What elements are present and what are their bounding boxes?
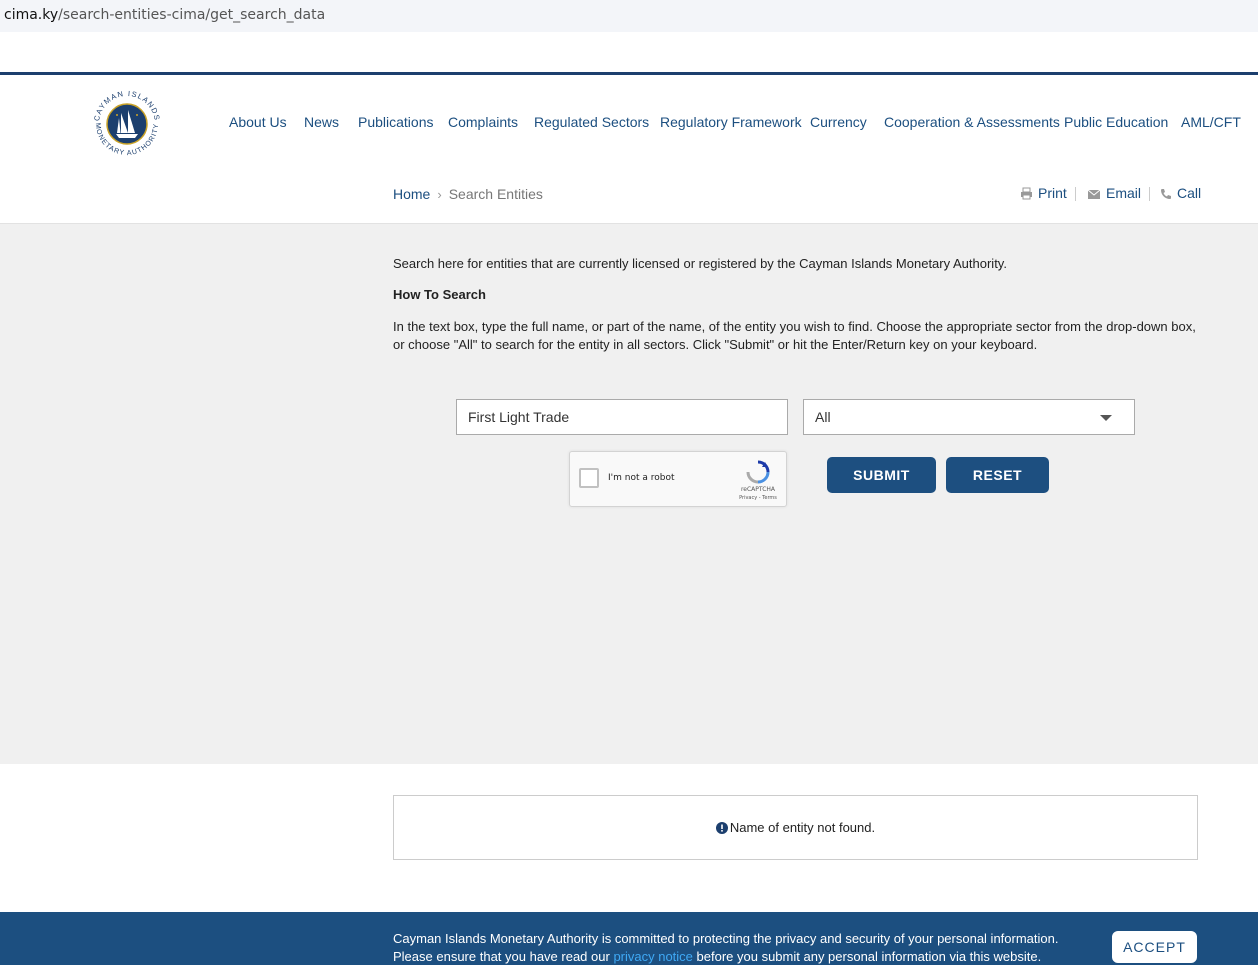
breadcrumb-current: Search Entities: [448, 186, 543, 202]
chevron-right-icon: ›: [437, 187, 442, 202]
nav-public-education[interactable]: Public Education: [1064, 114, 1168, 130]
intro-text: Search here for entities that are curren…: [393, 256, 1007, 271]
browser-address-bar[interactable]: cima.ky/search-entities-cima/get_search_…: [0, 0, 1258, 32]
not-found-text: Name of entity not found.: [729, 820, 876, 835]
nav-cooperation-assessments[interactable]: Cooperation & Assessments: [884, 114, 1060, 130]
nav-complaints[interactable]: Complaints: [448, 114, 518, 130]
info-icon: [715, 822, 728, 834]
nav-regulatory-framework[interactable]: Regulatory Framework: [660, 114, 802, 130]
call-label: Call: [1177, 185, 1202, 201]
sector-dropdown[interactable]: All: [803, 399, 1135, 435]
cookie-line-2-before: Please ensure that you have read our: [393, 949, 614, 964]
email-button[interactable]: Email: [1087, 185, 1141, 201]
call-button[interactable]: Call: [1160, 185, 1201, 201]
recaptcha-terms[interactable]: Privacy - Terms: [733, 495, 783, 501]
recaptcha-widget: I'm not a robot reCAPTCHA Privacy - Term…: [569, 451, 787, 507]
url-host: cima.ky: [4, 7, 59, 23]
recaptcha-checkbox[interactable]: [579, 468, 599, 488]
phone-icon: [1161, 189, 1171, 199]
tool-divider: [1149, 187, 1150, 201]
result-message: Name of entity not found.: [394, 820, 1197, 835]
caret-down-icon: [1100, 415, 1112, 421]
print-button[interactable]: Print: [1020, 185, 1067, 201]
header-top-rule: [0, 72, 1258, 75]
search-instructions: In the text box, type the full name, or …: [393, 319, 1196, 352]
cima-seal-icon: CAYMAN ISLANDS MONETARY AUTHORITY: [92, 89, 161, 157]
reset-button[interactable]: RESET: [946, 457, 1049, 493]
nav-publications[interactable]: Publications: [358, 114, 434, 130]
cookie-line-2-after: before you submit any personal informati…: [692, 949, 1042, 964]
search-result-box: Name of entity not found.: [393, 795, 1198, 860]
sector-selected-value: All: [815, 409, 831, 425]
printer-icon: [1021, 187, 1032, 200]
nav-about-us[interactable]: About Us: [229, 114, 287, 130]
tool-divider: [1075, 187, 1076, 201]
privacy-notice-link[interactable]: privacy notice: [613, 949, 692, 964]
print-label: Print: [1038, 185, 1067, 201]
email-label: Email: [1106, 185, 1142, 201]
url-path: /search-entities-cima/get_search_data: [58, 7, 326, 23]
submit-button[interactable]: SUBMIT: [827, 457, 936, 493]
nav-news[interactable]: News: [304, 114, 339, 130]
address-url[interactable]: cima.ky/search-entities-cima/get_search_…: [4, 7, 325, 23]
nav-currency[interactable]: Currency: [810, 114, 867, 130]
breadcrumb-home-link[interactable]: Home: [393, 186, 430, 202]
accept-cookies-button[interactable]: ACCEPT: [1112, 931, 1197, 963]
recaptcha-label: I'm not a robot: [608, 473, 675, 483]
recaptcha-brand: reCAPTCHA: [740, 486, 776, 493]
cookie-text: Cayman Islands Monetary Authority is com…: [393, 930, 1113, 965]
breadcrumb: Home › Search Entities: [393, 186, 543, 202]
nav-aml-cft[interactable]: AML/CFT: [1181, 114, 1241, 130]
recaptcha-logo-icon: [746, 460, 770, 484]
cookie-line-1: Cayman Islands Monetary Authority is com…: [393, 931, 1059, 946]
how-to-search-heading: How To Search: [393, 287, 486, 302]
cima-logo[interactable]: CAYMAN ISLANDS MONETARY AUTHORITY: [86, 82, 168, 162]
entity-name-input[interactable]: [456, 399, 788, 435]
envelope-icon: [1087, 189, 1101, 199]
nav-regulated-sectors[interactable]: Regulated Sectors: [534, 114, 649, 130]
cookie-banner: Cayman Islands Monetary Authority is com…: [0, 912, 1258, 965]
